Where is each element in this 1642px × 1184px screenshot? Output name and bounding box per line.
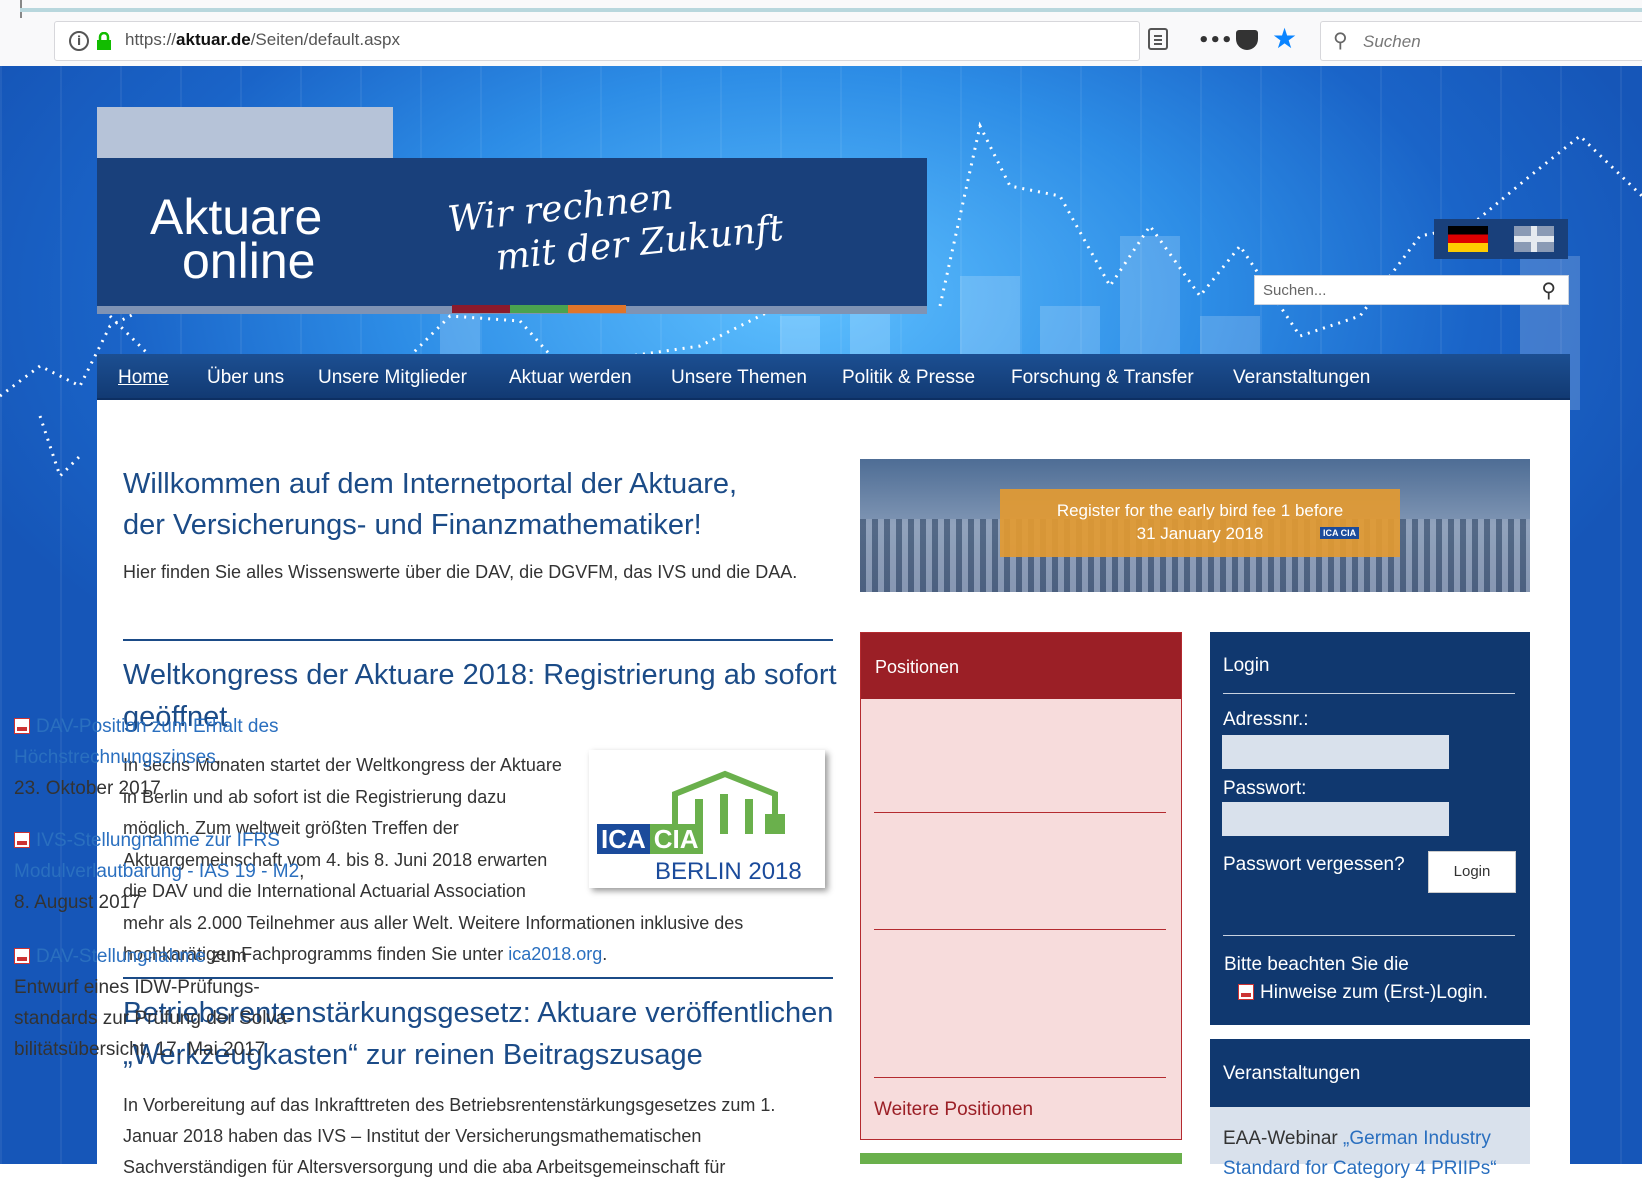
position-item: IVS-Stellungnahme zur IFRS Modulverlautb… — [14, 830, 305, 913]
event-item: EAA-Webinar „German Industry Standard fo… — [1223, 1128, 1497, 1179]
pocket-icon[interactable] — [1236, 30, 1258, 50]
brand-line2: online — [182, 233, 316, 289]
forgot-password-link[interactable]: Passwort vergessen? — [1223, 854, 1405, 876]
lock-icon — [97, 32, 111, 50]
pdf-icon — [14, 832, 30, 848]
nav-item-veranstaltungen[interactable]: Veranstaltungen — [1233, 367, 1370, 389]
divider — [874, 1077, 1166, 1078]
position-item: DAV-Stellungnahme zum Entwurf eines IDW-… — [14, 946, 293, 1060]
divider — [874, 812, 1166, 813]
bookmark-star-icon[interactable]: ★ — [1272, 22, 1297, 55]
events-title: Veranstaltungen — [1223, 1063, 1361, 1084]
positionen-header: Positionen — [861, 633, 1181, 699]
main-navigation: Home Über uns Unsere Mitglieder Aktuar w… — [97, 354, 1570, 400]
nav-item-mitglieder[interactable]: Unsere Mitglieder — [318, 367, 467, 389]
positionen-title: Positionen — [875, 657, 960, 677]
uk-flag-icon[interactable] — [1514, 226, 1554, 252]
address-label: Adressnr.: — [1223, 709, 1309, 730]
site-search-input[interactable]: Suchen... ⚲ — [1254, 275, 1569, 305]
url-text[interactable]: https://aktuar.de/Seiten/default.aspx — [125, 30, 400, 50]
nav-item-home[interactable]: Home — [118, 367, 169, 389]
divider — [123, 639, 833, 641]
site-search-placeholder: Suchen... — [1263, 282, 1327, 299]
german-flag-icon[interactable] — [1448, 226, 1488, 252]
ica2018-link[interactable]: ica2018.org — [508, 944, 602, 964]
banner-badge: ICA CIA — [1320, 527, 1360, 539]
address-bar[interactable]: i https://aktuar.de/Seiten/default.aspx — [54, 21, 1140, 61]
login-note: Bitte beachten Sie die Hinweise zum (Ers… — [1224, 954, 1489, 1003]
login-title: Login — [1223, 655, 1270, 676]
more-actions-icon[interactable]: ••• — [1198, 30, 1233, 51]
search-icon: ⚲ — [1333, 28, 1348, 52]
nav-item-ueber-uns[interactable]: Über uns — [207, 367, 284, 389]
pdf-icon — [14, 948, 30, 964]
pdf-icon — [14, 718, 30, 734]
welcome-heading: Willkommen auf dem Internetportal der Ak… — [123, 468, 738, 541]
news2-body: In Vorbereitung auf das Inkrafttreten de… — [123, 1095, 776, 1177]
info-icon[interactable]: i — [69, 31, 89, 51]
ica-berlin-logo[interactable]: ICA CIA BERLIN 2018 — [589, 750, 825, 888]
position-item: DAV-Position zum Erhalt des Höchstrechnu… — [14, 716, 279, 799]
logo-tab — [97, 107, 393, 159]
intro-text: Hier finden Sie alles Wissenswerte über … — [123, 562, 798, 582]
positionen-box: Positionen — [860, 632, 1182, 1140]
login-button[interactable]: Login — [1428, 851, 1516, 893]
nav-item-themen[interactable]: Unsere Themen — [671, 367, 807, 389]
congress-banner[interactable]: Register for the early bird fee 1 before… — [860, 459, 1530, 592]
position-link[interactable]: IVS-Stellungnahme zur IFRS Modulverlautb… — [14, 830, 299, 882]
tab-accent — [20, 8, 1642, 12]
nav-item-aktuar-werden[interactable]: Aktuar werden — [509, 367, 632, 389]
green-box — [860, 1153, 1182, 1164]
login-hints-link[interactable]: Hinweise zum (Erst-)Login. — [1260, 982, 1488, 1003]
browser-search-placeholder: Suchen — [1363, 32, 1421, 51]
more-positions-link[interactable]: Weitere Positionen — [874, 1099, 1033, 1121]
divider — [1223, 935, 1515, 936]
reader-view-icon[interactable] — [1148, 28, 1168, 50]
divider — [1223, 693, 1515, 694]
password-input[interactable] — [1222, 802, 1449, 836]
ica-cia-badge: ICA CIA — [597, 824, 703, 855]
password-label: Passwort: — [1223, 778, 1307, 799]
nav-item-forschung-transfer[interactable]: Forschung & Transfer — [1011, 367, 1194, 389]
position-link[interactable]: DAV-Position zum Erhalt des Höchstrechnu… — [14, 716, 279, 768]
ica-city: BERLIN 2018 — [655, 858, 802, 885]
browser-search-field[interactable]: ⚲ Suchen — [1320, 21, 1642, 61]
search-icon[interactable]: ⚲ — [1541, 278, 1556, 302]
address-input[interactable] — [1222, 735, 1449, 769]
logo-color-stripe — [452, 305, 628, 313]
position-link[interactable]: DAV-Stellungnahme — [36, 946, 206, 967]
divider — [874, 929, 1166, 930]
pdf-icon — [1238, 984, 1254, 1000]
language-switcher — [1434, 219, 1568, 259]
nav-item-politik-presse[interactable]: Politik & Presse — [842, 367, 975, 389]
browser-toolbar: i https://aktuar.de/Seiten/default.aspx … — [0, 0, 1642, 66]
